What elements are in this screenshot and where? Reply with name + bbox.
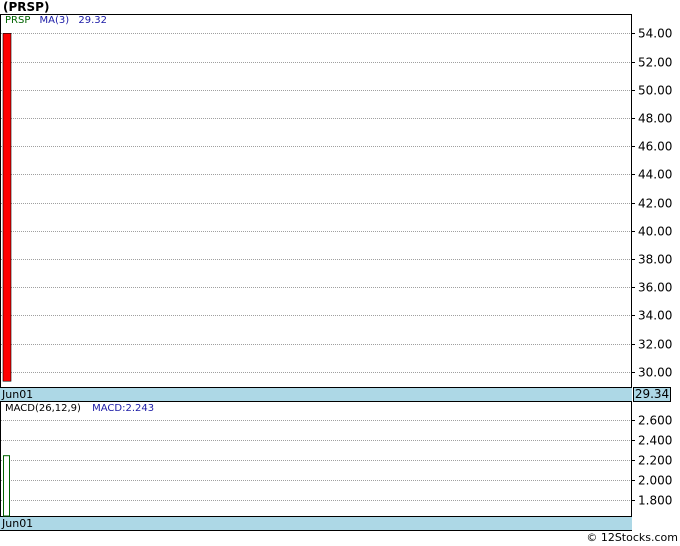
price-tick-label: 44.00 — [638, 168, 672, 182]
price-tick-label: 40.00 — [638, 225, 672, 239]
price-tick-label: 36.00 — [638, 281, 672, 295]
price-tick-label: 42.00 — [638, 197, 672, 211]
macd-tick-label: 2.400 — [638, 434, 672, 448]
price-tick-label: 52.00 — [638, 56, 672, 70]
footer-credit: © 12Stocks.com — [586, 531, 678, 544]
price-bar — [2, 33, 12, 382]
macd-tick-label: 2.200 — [638, 454, 672, 468]
macd-tick-label: 2.600 — [638, 414, 672, 428]
price-tick-label: 30.00 — [638, 366, 672, 380]
price-tick-label: 32.00 — [638, 338, 672, 352]
macd-bar — [3, 455, 10, 517]
price-tick-label: 34.00 — [638, 309, 672, 323]
chart-canvas: 54.00 52.00 50.00 48.00 46.00 44.00 42.00 40.00… — [1, 27, 672, 517]
price-tick-label: 48.00 — [638, 112, 672, 126]
price-tick-label: 38.00 — [638, 253, 672, 267]
macd-tick-label: 1.800 — [638, 494, 672, 508]
macd-tick-label: 2.000 — [638, 474, 672, 488]
price-tick-label: 50.00 — [638, 84, 672, 98]
price-tick-label: 46.00 — [638, 140, 672, 154]
price-tick-label: 54.00 — [638, 27, 672, 41]
